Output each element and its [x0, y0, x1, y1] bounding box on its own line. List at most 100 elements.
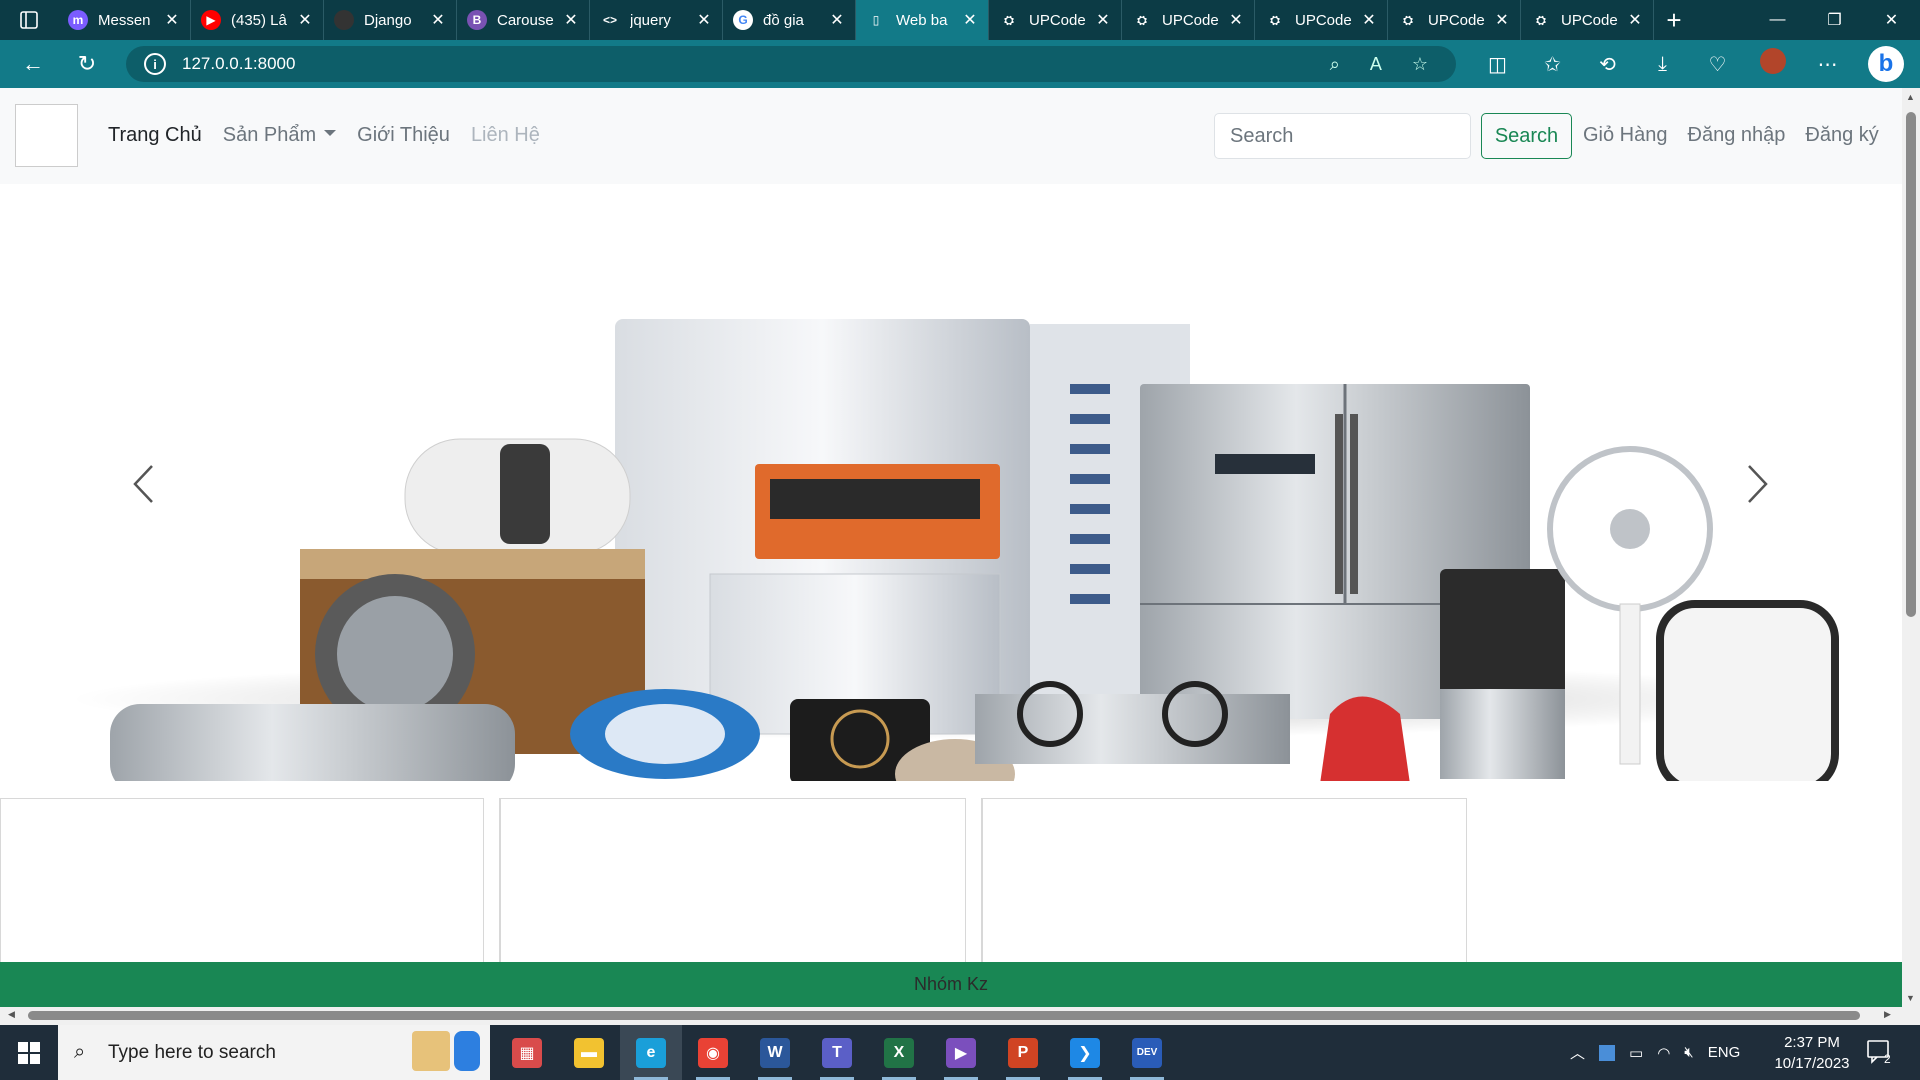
account-links: Giỏ Hàng Đăng nhập Đăng ký	[1583, 124, 1879, 147]
site-info-icon[interactable]: i	[144, 53, 166, 75]
nav-link-about[interactable]: Giới Thiệu	[357, 124, 450, 147]
browser-tab[interactable]: <> jquery ✕	[590, 0, 723, 40]
tab-close-icon[interactable]: ✕	[962, 10, 978, 30]
login-link[interactable]: Đăng nhập	[1688, 124, 1786, 147]
horizontal-scrollbar[interactable]: ◀ ▶	[0, 1007, 1920, 1025]
taskbar-app-file-explorer[interactable]: ▬	[558, 1025, 620, 1080]
card-divider	[484, 798, 500, 963]
bing-copilot-icon[interactable]: b	[1868, 46, 1904, 82]
browser-tab[interactable]: ⛭ UPCode ✕	[1255, 0, 1388, 40]
browser-tab[interactable]: ⛭ UPCode ✕	[1122, 0, 1255, 40]
taskbar-app-devc[interactable]: DEV	[1116, 1025, 1178, 1080]
vertical-scroll-thumb[interactable]	[1906, 112, 1916, 617]
powerpoint-icon: P	[1008, 1037, 1038, 1068]
scroll-left-icon[interactable]: ◀	[8, 1009, 15, 1020]
tab-actions-icon[interactable]	[0, 0, 58, 40]
taskbar-search-box[interactable]: ⌕ Type here to search	[58, 1025, 490, 1080]
register-link[interactable]: Đăng ký	[1805, 124, 1878, 147]
tab-close-icon[interactable]: ✕	[1627, 10, 1643, 30]
url-actions: ⌕ A ☆	[1330, 54, 1428, 75]
taskbar-app-excel[interactable]: X	[868, 1025, 930, 1080]
clock-time: 2:37 PM	[1784, 1034, 1840, 1051]
scroll-down-icon[interactable]: ▼	[1906, 993, 1915, 1003]
taskbar-app-chrome[interactable]: ◉	[682, 1025, 744, 1080]
tab-close-icon[interactable]: ✕	[164, 10, 180, 30]
close-window-icon[interactable]: ✕	[1863, 0, 1920, 40]
carousel-next-button[interactable]	[1728, 454, 1788, 514]
visual-studio-icon: ▶	[946, 1037, 976, 1068]
url-text: 127.0.0.1:8000	[182, 54, 296, 73]
downloads-icon[interactable]: ⤓	[1635, 53, 1690, 76]
taskbar-app-app-grid[interactable]: ▦	[496, 1025, 558, 1080]
language-indicator[interactable]: ENG	[1708, 1044, 1741, 1061]
read-aloud-icon[interactable]: A	[1370, 54, 1382, 75]
favorites-icon[interactable]: ✩	[1525, 52, 1580, 77]
carousel-prev-button[interactable]	[113, 454, 173, 514]
minimize-icon[interactable]: ―	[1749, 0, 1806, 40]
taskbar-app-edge[interactable]: e	[620, 1025, 682, 1080]
history-icon[interactable]: ⟲	[1580, 52, 1635, 77]
taskbar-app-word[interactable]: W	[744, 1025, 806, 1080]
taskbar-app-vscode[interactable]: ❯	[1054, 1025, 1116, 1080]
tab-favicon-icon: ▯	[872, 13, 880, 27]
cart-link[interactable]: Giỏ Hàng	[1583, 124, 1668, 147]
zoom-icon[interactable]: ⌕	[1330, 54, 1340, 75]
tab-close-icon[interactable]: ✕	[829, 10, 845, 30]
show-hidden-icons[interactable]: ︿	[1570, 1042, 1585, 1063]
card-divider	[966, 798, 982, 963]
product-card[interactable]	[982, 798, 1467, 963]
tab-close-icon[interactable]: ✕	[1361, 10, 1377, 30]
tab-close-icon[interactable]: ✕	[563, 10, 579, 30]
taskbar-app-teams[interactable]: T	[806, 1025, 868, 1080]
notification-center-icon[interactable]: 2	[1866, 1038, 1894, 1066]
tab-close-icon[interactable]: ✕	[297, 10, 313, 30]
input-method-icon[interactable]	[1599, 1044, 1616, 1061]
favorite-star-icon[interactable]: ☆	[1412, 54, 1428, 75]
more-options-icon[interactable]: ⋯	[1800, 52, 1855, 77]
search-highlight-image	[412, 1031, 480, 1071]
product-card[interactable]	[500, 798, 966, 963]
tab-favicon-icon: ▶	[201, 10, 221, 30]
tab-close-icon[interactable]: ✕	[430, 10, 446, 30]
clock[interactable]: 2:37 PM 10/17/2023	[1774, 1032, 1850, 1074]
battery-icon[interactable]: ▭	[1629, 1044, 1643, 1062]
split-screen-icon[interactable]: ◫	[1470, 52, 1525, 77]
nav-link-products-dropdown[interactable]: Sản Phẩm	[223, 124, 337, 147]
url-field[interactable]: i 127.0.0.1:8000 ⌕ A ☆	[126, 46, 1456, 82]
tab-close-icon[interactable]: ✕	[696, 10, 712, 30]
taskbar-app-visual-studio[interactable]: ▶	[930, 1025, 992, 1080]
browser-essentials-icon[interactable]: ♡	[1690, 52, 1745, 77]
scroll-up-icon[interactable]: ▲	[1906, 92, 1915, 102]
restore-icon[interactable]: ❐	[1806, 0, 1863, 40]
search-button[interactable]: Search	[1481, 113, 1572, 159]
back-icon[interactable]: ←	[6, 40, 60, 88]
taskbar-app-powerpoint[interactable]: P	[992, 1025, 1054, 1080]
browser-tab[interactable]: Django ✕	[324, 0, 457, 40]
browser-tab[interactable]: ⛭ UPCode ✕	[989, 0, 1122, 40]
product-card[interactable]	[0, 798, 484, 963]
start-button[interactable]	[0, 1025, 58, 1080]
horizontal-scroll-thumb[interactable]	[28, 1011, 1860, 1020]
brand-logo[interactable]	[15, 104, 78, 167]
browser-tab[interactable]: ⛭ UPCode ✕	[1521, 0, 1654, 40]
browser-tab[interactable]: ▯ Web ba ✕	[856, 0, 989, 40]
tab-close-icon[interactable]: ✕	[1095, 10, 1111, 30]
browser-tab[interactable]: m Messen ✕	[58, 0, 191, 40]
new-tab-button[interactable]: +	[1654, 0, 1694, 40]
tab-close-icon[interactable]: ✕	[1228, 10, 1244, 30]
volume-muted-icon[interactable]: 🔇︎	[1684, 1044, 1693, 1061]
browser-tab[interactable]: B Carouse ✕	[457, 0, 590, 40]
browser-tab[interactable]: ▶ (435) Lâ ✕	[191, 0, 324, 40]
profile-avatar[interactable]	[1745, 48, 1800, 80]
browser-tab[interactable]: Gđồ gia ✕	[723, 0, 856, 40]
excel-icon: X	[884, 1037, 914, 1068]
network-icon[interactable]: ◠	[1657, 1044, 1670, 1062]
tab-close-icon[interactable]: ✕	[1494, 10, 1510, 30]
vertical-scrollbar[interactable]: ▲ ▼	[1902, 88, 1920, 1007]
search-input[interactable]	[1214, 113, 1471, 159]
nav-links: Trang Chủ Sản Phẩm Giới Thiệu Liên Hệ	[108, 124, 540, 147]
nav-link-home[interactable]: Trang Chủ	[108, 124, 202, 147]
scroll-right-icon[interactable]: ▶	[1884, 1009, 1891, 1020]
browser-tab[interactable]: ⛭ UPCode ✕	[1388, 0, 1521, 40]
refresh-icon[interactable]: ↻	[60, 40, 114, 88]
